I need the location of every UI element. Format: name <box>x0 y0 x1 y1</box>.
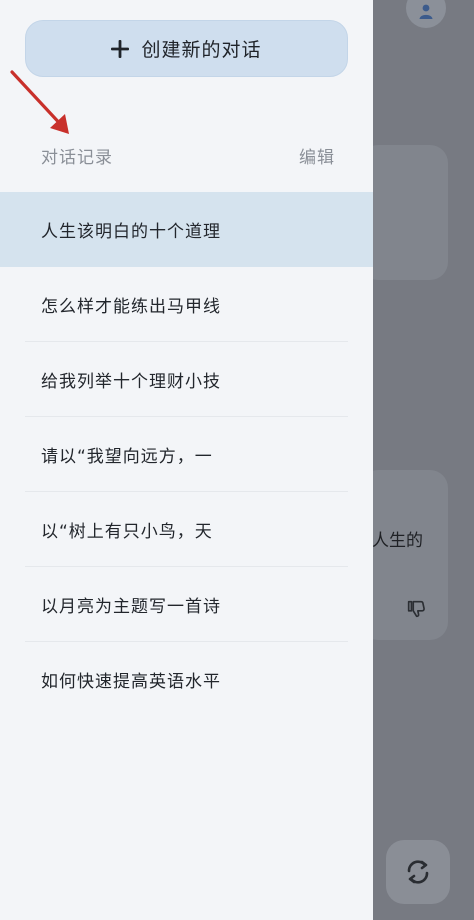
history-list: 人生该明白的十个道理 怎么样才能练出马甲线 给我列举十个理财小技 请以“我望向远方，一… <box>0 192 373 717</box>
history-item[interactable]: 给我列举十个理财小技 <box>0 342 373 417</box>
history-header: 对话记录 编辑 <box>41 143 335 168</box>
history-item-title: 以“树上有只小鸟，天 <box>41 522 213 542</box>
history-item[interactable]: 以月亮为主题写一首诗 <box>0 567 373 642</box>
history-item-title: 如何快速提高英语水平 <box>41 672 221 692</box>
history-item-title: 怎么样才能练出马甲线 <box>41 297 221 317</box>
refresh-button[interactable] <box>386 840 450 904</box>
history-item-title: 人生该明白的十个道理 <box>41 222 221 242</box>
history-item-title: 以月亮为主题写一首诗 <box>41 597 221 617</box>
history-item[interactable]: 请以“我望向远方，一 <box>0 417 373 492</box>
history-item[interactable]: 怎么样才能练出马甲线 <box>0 267 373 342</box>
plus-icon <box>111 39 130 58</box>
history-item[interactable]: 以“树上有只小鸟，天 <box>0 492 373 567</box>
avatar[interactable] <box>406 0 446 28</box>
red-arrow-icon <box>10 70 69 134</box>
history-item[interactable]: 如何快速提高英语水平 <box>0 642 373 717</box>
chat-message-card <box>360 470 448 640</box>
history-drawer: 创建新的对话 对话记录 编辑 人生该明白的十个道理 怎么样才能练出马甲线 给我列举十… <box>0 0 373 920</box>
history-item-title: 请以“我望向远方，一 <box>41 447 213 467</box>
chat-partial-text: 人生的 <box>372 531 423 551</box>
refresh-icon <box>407 860 429 884</box>
history-section-title: 对话记录 <box>41 148 113 168</box>
app-screen: 人生的 创建新的对话 对话记录 编辑 人生该明白的十个道理 怎么样才能练出马甲线… <box>0 0 474 920</box>
history-item-title: 给我列举十个理财小技 <box>41 372 221 392</box>
thumbs-down-icon[interactable] <box>405 598 427 620</box>
chat-message-card <box>360 145 448 280</box>
history-item[interactable]: 人生该明白的十个道理 <box>0 192 373 267</box>
new-chat-label: 创建新的对话 <box>141 39 262 61</box>
edit-button[interactable]: 编辑 <box>299 143 335 168</box>
user-icon <box>419 4 433 19</box>
